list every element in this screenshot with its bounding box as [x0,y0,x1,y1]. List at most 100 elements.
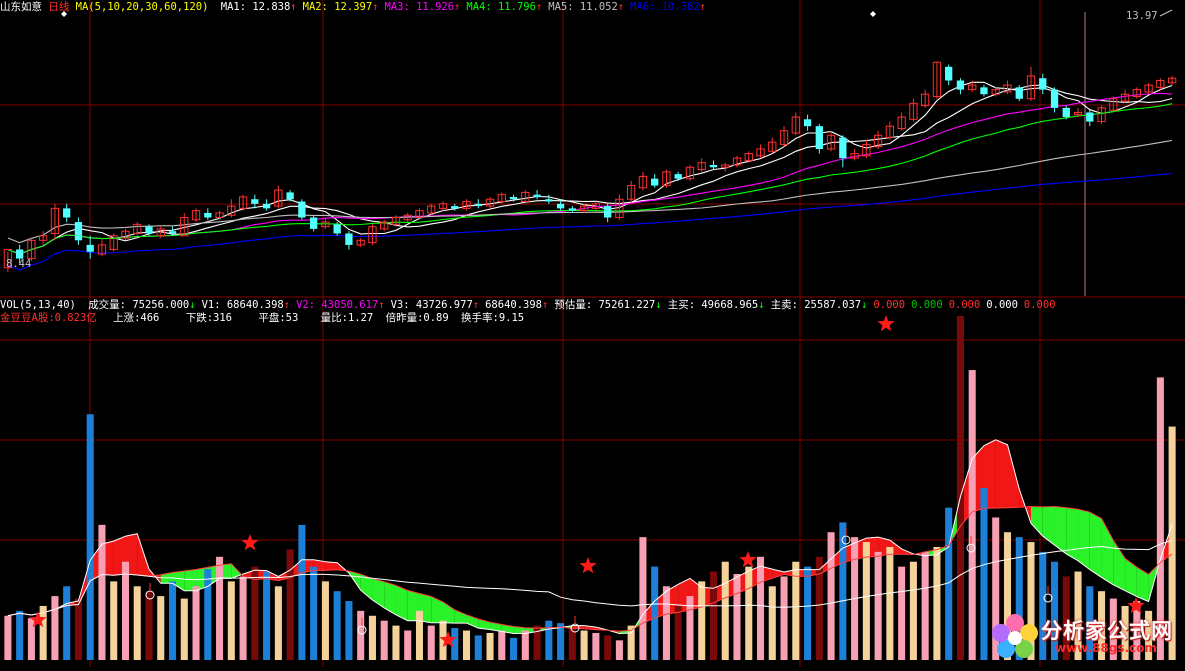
volume-ma-band [1007,444,1020,508]
volume-bar [615,640,623,660]
period-label[interactable]: 日线 [48,1,69,13]
volume-bar [227,581,235,660]
ma-value-arrow-4: ↑ [617,1,625,13]
volume-bar [274,586,282,660]
ma-value-1: MA2: 12.397 [302,1,373,13]
volume-bar [721,561,729,660]
candle-body-down [803,119,812,127]
volume-bar [768,586,776,660]
candle-body-down [298,201,306,218]
candle-body-down [145,226,153,234]
candle-body-down [509,196,518,200]
watermark-url[interactable]: www.88gs.com [1055,641,1157,655]
volume-ma-band [384,581,396,615]
volume-bar [310,566,318,660]
volume-item-9: 0.000 [911,299,943,311]
volume-item-5: 预估量: 75261.227 [554,299,656,311]
candle-body-down [251,199,259,204]
stat-up: 上涨:466 [113,312,160,324]
ma-value-3: MA4: 11.796 [466,1,536,13]
volume-bar [862,542,870,660]
volume-ma-band [1066,507,1079,561]
volume-bar [521,630,529,660]
volume-bar [133,586,141,660]
ma-value-arrow-5: ↑ [699,1,706,13]
volume-bar [827,532,835,660]
ma-value-arrow-2: ↑ [454,1,461,13]
watermark: 分析家公式网 www.88gs.com [989,611,1179,663]
candle-body-down [345,233,353,245]
candle-body-down [839,137,847,159]
volume-ma-band [995,439,1008,509]
volume-bar [368,615,376,660]
candle-body-down [86,244,94,252]
volume-ma-band [431,596,443,623]
volume-bar [651,566,659,660]
volume-bar [780,576,788,660]
diamond-marker [870,11,876,17]
volume-bar [674,605,682,660]
volume-item-10: 0.000 [948,299,981,311]
candle-body-down [262,203,271,209]
volume-definition[interactable]: VOL(5,13,40) [0,299,76,311]
volume-item-arrow-5: ↓ [655,299,662,311]
volume-bar [498,630,506,660]
volume-bar [886,546,894,660]
candle-body-down [451,206,459,209]
volume-bar [192,586,200,660]
volume-bar [474,635,482,660]
volume-item-arrow-3: ↑ [472,299,480,311]
ma-line-120 [7,172,1173,271]
volume-ma-band [1125,558,1137,597]
candle-body-down [286,192,294,200]
volume-bar [74,598,82,660]
ma-value-0: MA1: 12.838 [220,1,291,13]
volume-bar [298,524,306,660]
volume-ma-band [1136,567,1149,602]
candle-body-down [474,203,482,207]
ma-value-arrow-3: ↑ [535,1,543,13]
volume-bar [392,625,400,660]
ma-definition[interactable]: MA(5,10,20,30,60,120) [76,1,209,13]
volume-bar [86,414,94,660]
candle-body-down [63,208,71,218]
stock-name[interactable]: 山东如意 [0,1,42,13]
volume-bar [98,524,106,660]
candle-body-down [1050,89,1059,108]
volume-ma-band [1031,506,1043,537]
volume-bar [357,610,365,660]
volume-item-2: V2: 43050.617 [296,299,379,311]
volume-item-arrow-4: ↑ [542,299,549,311]
volume-items: 成交量: 75256.000 ↓ V1: 68640.398 ↑ V2: 43050.6… [82,299,1055,311]
candle-body-down [1086,112,1094,122]
candle-body-down [956,80,965,90]
chart-stage: 山东如意 日线 MA(5,10,20,30,60,120) MA1: 12.83… [0,0,1185,667]
candle-body-down [333,224,341,234]
volume-bar [804,566,812,660]
volume-bar [333,591,341,660]
volume-bar [180,598,188,660]
volume-bar [580,630,588,660]
volume-bar [568,628,576,660]
candle-body-down [74,222,83,241]
volume-bar [662,586,670,660]
star-icon [877,315,895,332]
candle-body-down [168,231,177,234]
volume-bar [462,630,471,660]
volume-bar [980,488,988,660]
stat-turnover: 换手率:9.15 [461,312,525,324]
ma-value-arrow-1: ↑ [372,1,379,13]
volume-bar [204,569,212,660]
volume-bar [345,601,353,660]
volume-item-0: 成交量: 75256.000 [88,299,190,311]
star-icon [579,557,597,574]
candle-body-down [815,126,823,149]
candle-body-down [603,206,612,218]
volume-item-1: V1: 68640.398 [201,299,284,311]
volume-item-6: 主买: 49668.965 [667,299,759,311]
high-pointer [1159,9,1173,17]
volume-bar [921,551,929,660]
volume-bar [157,596,165,660]
volume-bar [145,591,153,660]
volume-item-3: V3: 43726.977 [390,299,473,311]
